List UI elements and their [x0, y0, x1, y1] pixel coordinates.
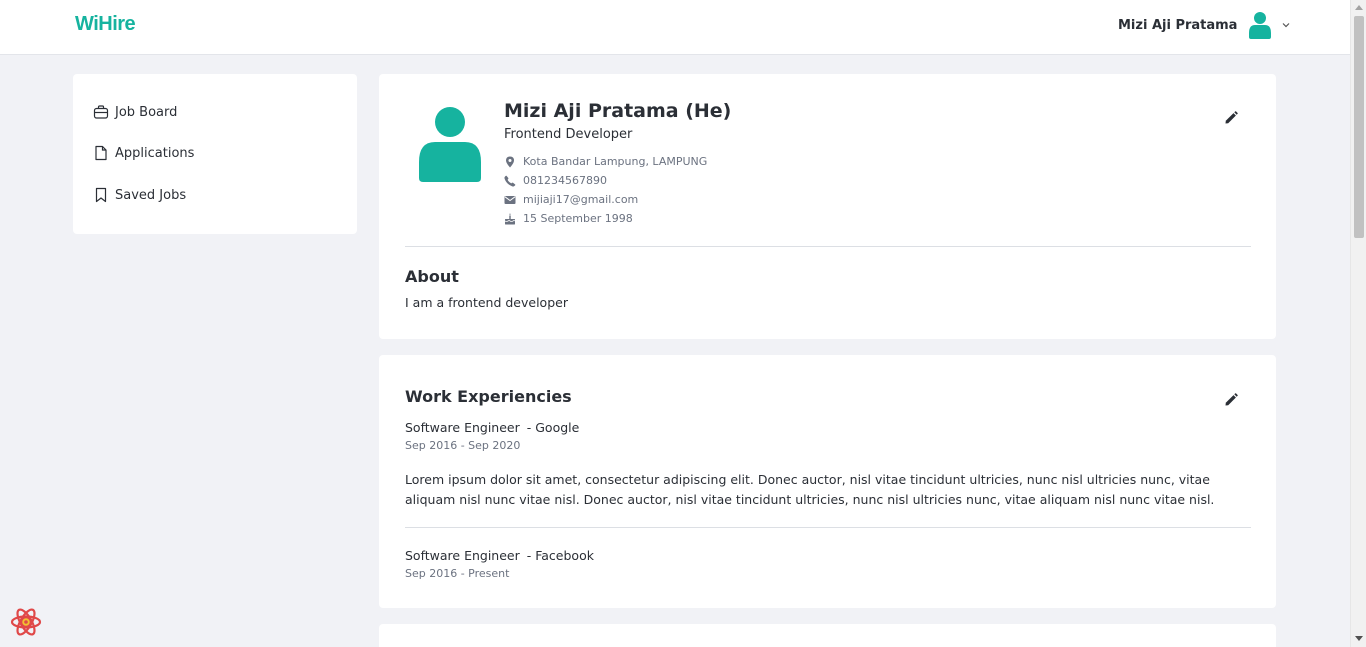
user-name[interactable]: Mizi Aji Pratama	[1118, 18, 1237, 33]
profile-phone: 081234567890	[504, 174, 607, 187]
sidebar-item-applications[interactable]: Applications	[93, 145, 194, 161]
phone-text: 081234567890	[523, 174, 607, 187]
work-item-title: Software Engineer - Google	[405, 420, 579, 435]
profile-email: mijiaji17@gmail.com	[504, 193, 638, 206]
profile-location: Kota Bandar Lampung, LAMPUNG	[504, 155, 707, 168]
profile-name: Mizi Aji Pratama (He)	[504, 100, 732, 122]
scrollbar-thumb[interactable]	[1354, 16, 1364, 238]
top-navbar: WiHire Mizi Aji Pratama	[0, 0, 1350, 55]
sidebar-item-label: Applications	[115, 145, 195, 161]
section-divider	[405, 246, 1251, 247]
profile-title: Frontend Developer	[504, 127, 633, 142]
sidebar-item-saved-jobs[interactable]: Saved Jobs	[93, 187, 186, 203]
chevron-down-icon[interactable]	[1281, 20, 1291, 30]
page-scrollbar[interactable]	[1350, 0, 1366, 647]
location-pin-icon	[506, 156, 514, 167]
sidebar-item-label: Saved Jobs	[115, 187, 187, 203]
work-item-title: Software Engineer - Facebook	[405, 548, 594, 563]
profile-card: Mizi Aji Pratama (He) Frontend Developer…	[379, 74, 1276, 339]
about-heading: About	[405, 267, 459, 286]
sidebar-item-job-board[interactable]: Job Board	[93, 104, 177, 120]
briefcase-icon	[93, 105, 109, 119]
sidebar-nav: Job Board Applications Saved Jobs	[73, 74, 357, 234]
work-experience-card: Work Experiencies Software Engineer - Goo…	[379, 355, 1276, 608]
profile-avatar-icon	[419, 107, 481, 182]
next-section-card	[379, 624, 1276, 647]
job-company: - Google	[526, 420, 580, 435]
job-description: Lorem ipsum dolor sit amet, consectetur …	[405, 472, 1215, 507]
cake-icon	[504, 212, 516, 224]
about-text: I am a frontend developer	[405, 295, 568, 310]
job-company: - Facebook	[526, 548, 594, 563]
user-avatar-icon[interactable]	[1249, 11, 1272, 39]
edit-work-pencil-icon[interactable]	[1224, 393, 1238, 407]
email-text: mijiaji17@gmail.com	[523, 193, 639, 206]
sidebar-item-label: Job Board	[115, 104, 178, 120]
work-divider	[405, 527, 1251, 528]
birthdate-text: 15 September 1998	[523, 212, 633, 225]
mail-icon	[504, 195, 516, 204]
profile-birthdate: 15 September 1998	[504, 212, 633, 225]
scroll-down-arrow-icon[interactable]	[1355, 636, 1363, 642]
job-role: Software Engineer	[405, 420, 520, 435]
phone-icon	[504, 175, 516, 187]
user-menu[interactable]: Mizi Aji Pratama	[1118, 10, 1291, 40]
react-query-devtools-icon[interactable]	[10, 606, 42, 638]
scroll-up-arrow-icon[interactable]	[1355, 4, 1363, 10]
location-text: Kota Bandar Lampung, LAMPUNG	[523, 155, 708, 168]
job-period: Sep 2016 - Present	[405, 567, 510, 580]
document-icon	[95, 145, 107, 161]
job-period: Sep 2016 - Sep 2020	[405, 439, 521, 452]
work-heading: Work Experiencies	[405, 387, 572, 406]
edit-profile-pencil-icon[interactable]	[1224, 111, 1238, 125]
job-role: Software Engineer	[405, 548, 520, 563]
bookmark-icon	[95, 187, 107, 203]
wihire-logo[interactable]: WiHire	[75, 13, 136, 36]
